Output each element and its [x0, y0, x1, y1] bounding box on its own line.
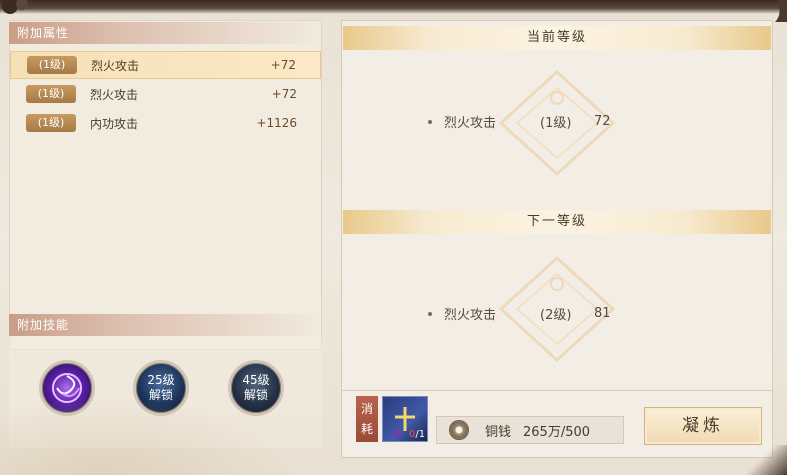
attribute-row[interactable]: (1级) 烈火攻击 +72 — [10, 51, 321, 79]
attributes-header: 附加属性 — [9, 22, 322, 44]
cost-label-top: 消 — [360, 402, 373, 416]
corner-ornament-right-icon — [775, 0, 787, 22]
level-badge: (1级) — [26, 114, 76, 132]
attribute-level: (1级) — [540, 116, 572, 131]
coin-value: 265万/500 — [523, 424, 591, 440]
next-level-line: 烈火攻击 (2级) 81 — [428, 304, 688, 323]
level-badge: (1级) — [27, 56, 77, 74]
copper-coin-icon — [449, 420, 469, 440]
cloud-decoration — [0, 385, 340, 475]
bullet-icon — [428, 311, 432, 316]
cost-label: 消 耗 — [356, 396, 378, 442]
refine-button[interactable]: 凝炼 — [644, 407, 762, 445]
attribute-value: +72 — [271, 87, 297, 101]
next-level-header: 下一等级 — [343, 210, 771, 234]
attribute-value: +1126 — [256, 116, 297, 130]
material-count: 0/1 — [409, 429, 426, 440]
attribute-name: 内功攻击 — [90, 116, 139, 131]
top-bar — [0, 0, 787, 14]
current-level-header: 当前等级 — [343, 26, 771, 50]
attribute-name: 烈火攻击 — [444, 116, 497, 131]
divider — [341, 390, 773, 391]
attribute-row[interactable]: (1级) 内功攻击 +1126 — [10, 109, 321, 137]
attribute-name: 烈火攻击 — [90, 87, 139, 102]
corner-ornament-bottom-icon — [747, 445, 787, 475]
attribute-value: +72 — [270, 58, 296, 72]
corner-ornament-icon — [2, 0, 28, 14]
current-level-line: 烈火攻击 (1级) 72 — [428, 112, 688, 131]
coin-label: 铜钱 — [485, 424, 512, 440]
attribute-value: 81 — [594, 306, 611, 321]
skills-header: 附加技能 — [9, 314, 322, 336]
level-badge: (1级) — [26, 85, 76, 103]
attribute-name: 烈火攻击 — [444, 308, 497, 323]
attribute-level: (2级) — [540, 308, 572, 323]
attribute-name: 烈火攻击 — [91, 58, 140, 73]
bullet-icon — [428, 119, 432, 124]
coin-cost: 铜钱 265万/500 — [436, 416, 624, 444]
attribute-value: 72 — [594, 114, 611, 129]
attribute-row[interactable]: (1级) 烈火攻击 +72 — [10, 80, 321, 108]
cost-label-bottom: 耗 — [360, 422, 373, 436]
